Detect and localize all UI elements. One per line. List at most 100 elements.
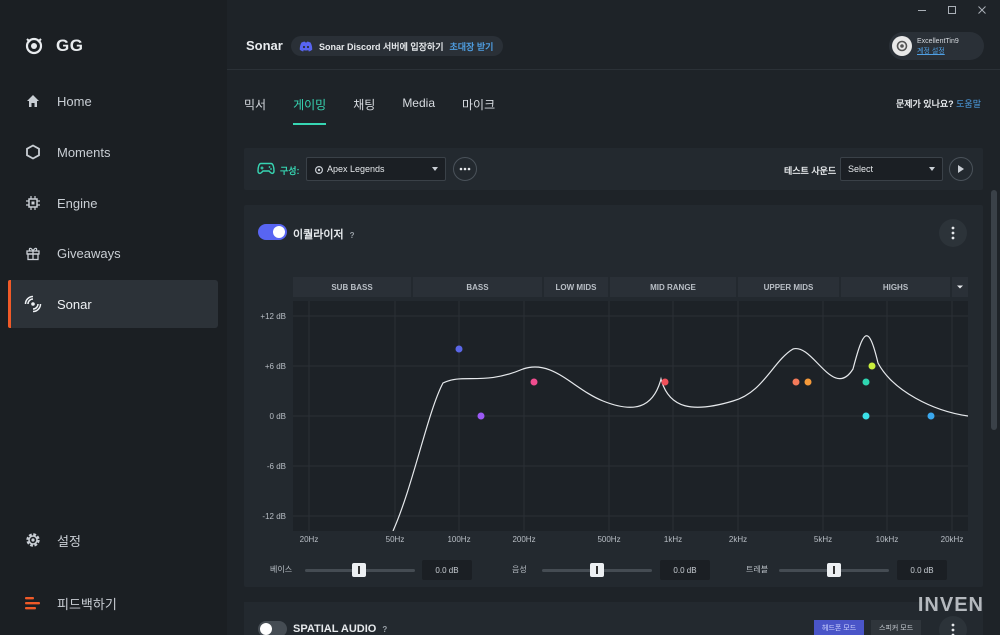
band-upper-mids[interactable]: UPPER MIDS — [738, 277, 839, 297]
sonar-icon — [24, 295, 42, 313]
spatial-help-icon[interactable]: ? — [382, 625, 387, 634]
discord-invite-text: Sonar Discord 서버에 입장하기 — [319, 41, 444, 52]
eq-point[interactable] — [862, 378, 870, 386]
sidebar-item-label: Moments — [57, 144, 111, 160]
tab-gaming[interactable]: 게이밍 — [293, 96, 327, 125]
sidebar-item-label: Giveaways — [57, 245, 121, 261]
equalizer-toggle[interactable] — [258, 224, 287, 240]
eq-point[interactable] — [661, 378, 669, 386]
y-tick-label: 0 dB — [269, 412, 286, 421]
equalizer-panel: 이퀄라이저? SUB BASS BASS LOW MIDS MID RANGE … — [244, 205, 983, 587]
spatial-audio-panel: SPATIAL AUDIO? 헤드폰 모드 스피커 모드 — [244, 602, 983, 635]
account-pill[interactable]: ExcellentTin9 계정 설정 — [889, 32, 984, 60]
main-scrollbar[interactable] — [991, 190, 997, 430]
bass-slider-thumb[interactable] — [352, 563, 366, 577]
band-low-mids[interactable]: LOW MIDS — [544, 277, 608, 297]
eq-point[interactable] — [530, 378, 538, 386]
gift-icon — [24, 244, 42, 262]
discord-invite-pill[interactable]: Sonar Discord 서버에 입장하기 초대장 받기 — [291, 36, 504, 56]
steelseries-logo-icon — [25, 37, 43, 55]
config-label: 구성: — [280, 166, 300, 176]
x-tick-label: 20kHz — [940, 535, 964, 544]
sidebar-item-sonar[interactable]: Sonar — [8, 280, 218, 328]
config-preset-select[interactable]: Apex Legends — [306, 157, 446, 181]
speaker-mode-button[interactable]: 스피커 모드 — [871, 620, 922, 635]
chevron-down-icon — [432, 167, 438, 171]
tab-mixer[interactable]: 믹서 — [244, 96, 266, 125]
tab-chat[interactable]: 채팅 — [353, 96, 375, 125]
x-tick-label: 2kHz — [728, 535, 748, 544]
test-sound-label: 테스트 사운드 — [784, 166, 837, 176]
test-sound-play-button[interactable] — [949, 157, 973, 181]
sidebar-item-label: 설정 — [57, 533, 81, 549]
eq-point[interactable] — [927, 412, 935, 420]
x-tick-label: 50Hz — [385, 535, 405, 544]
eq-point[interactable] — [477, 412, 485, 420]
sidebar: GG Home Moments Engine Giveaways Sonar 설… — [0, 0, 227, 635]
hexagon-icon — [24, 143, 42, 161]
equalizer-menu-button[interactable] — [939, 219, 967, 247]
tab-mic[interactable]: 마이크 — [462, 96, 495, 125]
eq-band-header: SUB BASS BASS LOW MIDS MID RANGE UPPER M… — [293, 277, 968, 297]
config-more-button[interactable] — [453, 157, 477, 181]
sidebar-item-label: Engine — [57, 195, 98, 211]
tab-media[interactable]: Media — [402, 96, 435, 125]
test-sound-value: Select — [848, 164, 874, 174]
steelseries-preset-icon — [314, 165, 324, 175]
toggle-knob — [260, 623, 272, 635]
maximize-icon[interactable] — [944, 3, 960, 19]
eq-point[interactable] — [792, 378, 800, 386]
page-header: Sonar Sonar Discord 서버에 입장하기 초대장 받기 Exce… — [227, 22, 1000, 70]
more-vertical-icon — [951, 226, 955, 240]
band-bass[interactable]: BASS — [413, 277, 542, 297]
help-link[interactable]: 도움말 — [956, 99, 981, 109]
app-logo[interactable]: GG — [24, 36, 83, 56]
voice-slider-thumb[interactable] — [590, 563, 604, 577]
eq-graph[interactable] — [293, 301, 968, 531]
eq-point[interactable] — [804, 378, 812, 386]
eq-point[interactable] — [862, 412, 870, 420]
sidebar-item-engine[interactable]: Engine — [8, 179, 218, 227]
close-icon[interactable] — [974, 3, 990, 19]
y-tick-label: +12 dB — [260, 312, 286, 321]
headphone-mode-button[interactable]: 헤드폰 모드 — [814, 620, 865, 635]
voice-value[interactable]: 0.0 dB — [660, 560, 710, 580]
sidebar-item-label: Sonar — [57, 296, 92, 312]
x-tick-label: 5kHz — [813, 535, 833, 544]
y-tick-label: -12 dB — [262, 512, 286, 521]
test-sound-select[interactable]: Select — [840, 157, 943, 181]
band-sub-bass[interactable]: SUB BASS — [293, 277, 411, 297]
bass-slider-row: 베이스 0.0 dB — [270, 560, 495, 580]
discord-invite-link[interactable]: 초대장 받기 — [449, 40, 493, 53]
config-bar: 구성: Apex Legends 테스트 사운드 Select — [244, 148, 983, 190]
y-tick-label: -6 dB — [266, 462, 286, 471]
equalizer-help-icon[interactable]: ? — [350, 231, 355, 240]
treble-slider-thumb[interactable] — [827, 563, 841, 577]
x-tick-label: 10kHz — [875, 535, 899, 544]
account-name: ExcellentTin9 — [917, 37, 959, 45]
help-text: 문제가 있나요? 도움말 — [896, 97, 981, 110]
eq-point[interactable] — [455, 345, 463, 353]
account-settings-link[interactable]: 계정 설정 — [917, 46, 959, 56]
band-dropdown-button[interactable] — [952, 277, 968, 297]
sidebar-item-moments[interactable]: Moments — [8, 128, 218, 176]
discord-icon — [299, 41, 313, 51]
page-title: Sonar — [246, 38, 283, 53]
spatial-menu-button[interactable] — [939, 616, 967, 635]
treble-value[interactable]: 0.0 dB — [897, 560, 947, 580]
spatial-audio-toggle[interactable] — [258, 621, 287, 635]
gear-icon — [24, 531, 42, 549]
sidebar-item-home[interactable]: Home — [8, 77, 218, 125]
sidebar-item-feedback[interactable]: 피드백하기 — [8, 579, 218, 627]
eq-point[interactable] — [868, 362, 876, 370]
sonar-tabs: 믹서 게이밍 채팅 Media 마이크 — [244, 96, 522, 125]
minimize-icon[interactable] — [914, 3, 930, 19]
band-mid-range[interactable]: MID RANGE — [610, 277, 736, 297]
sidebar-item-label: 피드백하기 — [57, 596, 117, 612]
bass-value[interactable]: 0.0 dB — [422, 560, 472, 580]
watermark: INVEN — [917, 594, 984, 616]
sidebar-item-giveaways[interactable]: Giveaways — [8, 229, 218, 277]
sidebar-item-settings[interactable]: 설정 — [8, 516, 218, 564]
band-highs[interactable]: HIGHS — [841, 277, 950, 297]
play-icon — [958, 165, 964, 173]
